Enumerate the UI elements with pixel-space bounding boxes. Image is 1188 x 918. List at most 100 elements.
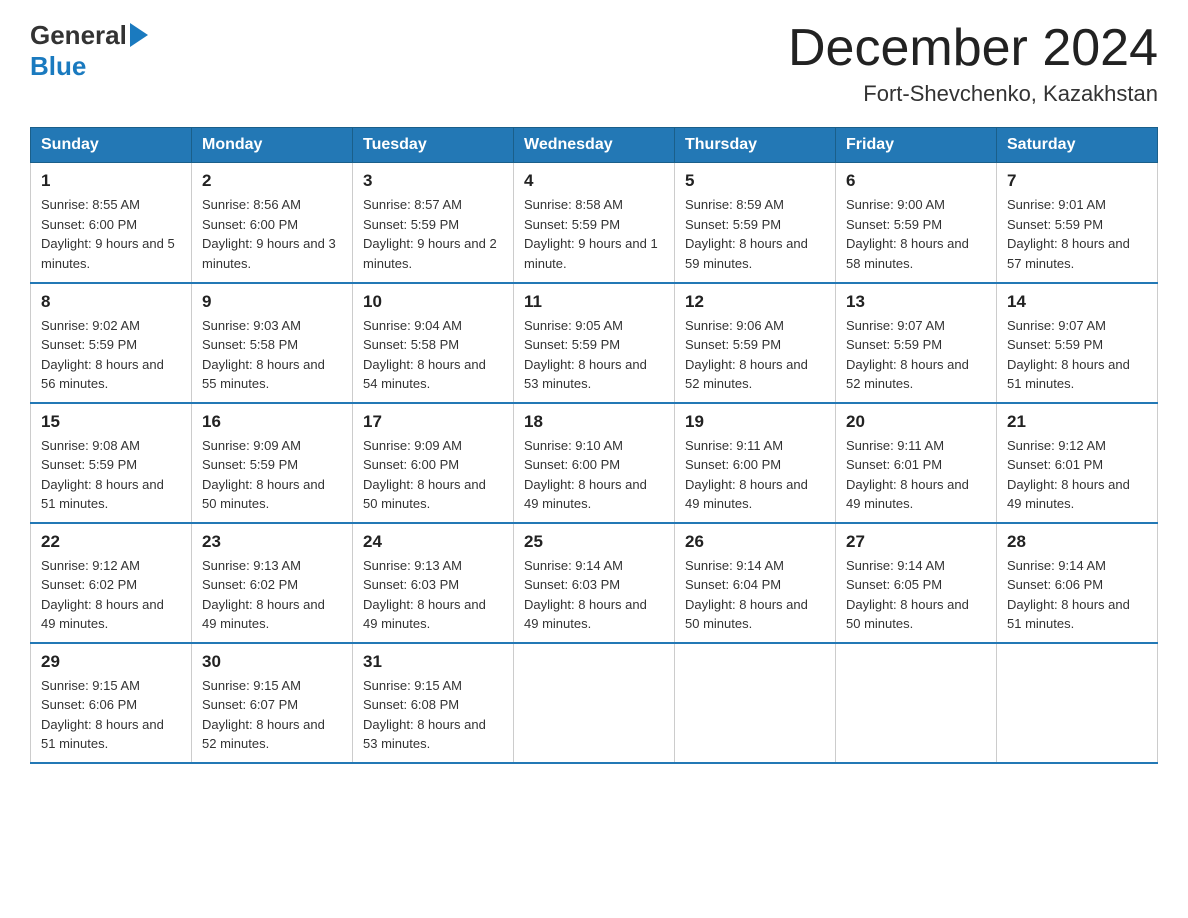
day-number: 13: [846, 292, 986, 312]
calendar-cell: 7Sunrise: 9:01 AMSunset: 5:59 PMDaylight…: [997, 163, 1158, 283]
title-section: December 2024 Fort-Shevchenko, Kazakhsta…: [788, 20, 1158, 107]
day-info: Sunrise: 9:14 AMSunset: 6:06 PMDaylight:…: [1007, 556, 1147, 634]
day-info: Sunrise: 9:15 AMSunset: 6:07 PMDaylight:…: [202, 676, 342, 754]
calendar-table: SundayMondayTuesdayWednesdayThursdayFrid…: [30, 127, 1158, 764]
day-number: 30: [202, 652, 342, 672]
calendar-week-row: 15 Sunrise: 9:08 AMSunset: 5:59 PMDayligh…: [31, 403, 1158, 523]
calendar-cell: 4 Sunrise: 8:58 AMSunset: 5:59 PMDaylight…: [514, 163, 675, 283]
weekday-header-tuesday: Tuesday: [353, 128, 514, 163]
weekday-header-friday: Friday: [836, 128, 997, 163]
calendar-cell: 11 Sunrise: 9:05 AMSunset: 5:59 PMDayligh…: [514, 283, 675, 403]
day-number: 12: [685, 292, 825, 312]
day-number: 9: [202, 292, 342, 312]
weekday-header-row: SundayMondayTuesdayWednesdayThursdayFrid…: [31, 128, 1158, 163]
day-info: Sunrise: 9:15 AMSunset: 6:08 PMDaylight:…: [363, 676, 503, 754]
calendar-cell: 24 Sunrise: 9:13 AMSunset: 6:03 PMDayligh…: [353, 523, 514, 643]
day-info: Sunrise: 9:11 AMSunset: 6:01 PMDaylight:…: [846, 436, 986, 514]
day-number: 1: [41, 171, 181, 191]
calendar-cell: 1 Sunrise: 8:55 AMSunset: 6:00 PMDaylight…: [31, 163, 192, 283]
calendar-cell: 9 Sunrise: 9:03 AMSunset: 5:58 PMDaylight…: [192, 283, 353, 403]
day-info: Sunrise: 9:09 AMSunset: 6:00 PMDaylight:…: [363, 436, 503, 514]
calendar-cell: 10Sunrise: 9:04 AMSunset: 5:58 PMDayligh…: [353, 283, 514, 403]
day-info: Sunrise: 9:03 AMSunset: 5:58 PMDaylight:…: [202, 316, 342, 394]
day-info: Sunrise: 9:12 AMSunset: 6:01 PMDaylight:…: [1007, 436, 1147, 514]
day-number: 28: [1007, 532, 1147, 552]
day-info: Sunrise: 9:15 AMSunset: 6:06 PMDaylight:…: [41, 676, 181, 754]
day-info: Sunrise: 9:13 AMSunset: 6:03 PMDaylight:…: [363, 556, 503, 634]
day-number: 22: [41, 532, 181, 552]
day-number: 24: [363, 532, 503, 552]
day-info: Sunrise: 9:07 AMSunset: 5:59 PMDaylight:…: [1007, 316, 1147, 394]
calendar-cell: 25 Sunrise: 9:14 AMSunset: 6:03 PMDayligh…: [514, 523, 675, 643]
weekday-header-wednesday: Wednesday: [514, 128, 675, 163]
calendar-cell: 20 Sunrise: 9:11 AMSunset: 6:01 PMDayligh…: [836, 403, 997, 523]
day-number: 23: [202, 532, 342, 552]
day-info: Sunrise: 9:05 AMSunset: 5:59 PMDaylight:…: [524, 316, 664, 394]
day-info: Sunrise: 8:55 AMSunset: 6:00 PMDaylight:…: [41, 195, 181, 273]
logo-blue: Blue: [30, 51, 86, 81]
day-number: 29: [41, 652, 181, 672]
calendar-cell: 8 Sunrise: 9:02 AMSunset: 5:59 PMDaylight…: [31, 283, 192, 403]
calendar-week-row: 8 Sunrise: 9:02 AMSunset: 5:59 PMDaylight…: [31, 283, 1158, 403]
calendar-cell: 18Sunrise: 9:10 AMSunset: 6:00 PMDayligh…: [514, 403, 675, 523]
calendar-cell: 30 Sunrise: 9:15 AMSunset: 6:07 PMDayligh…: [192, 643, 353, 763]
day-number: 5: [685, 171, 825, 191]
calendar-week-row: 22 Sunrise: 9:12 AMSunset: 6:02 PMDayligh…: [31, 523, 1158, 643]
day-number: 25: [524, 532, 664, 552]
day-number: 6: [846, 171, 986, 191]
calendar-cell: 15 Sunrise: 9:08 AMSunset: 5:59 PMDayligh…: [31, 403, 192, 523]
calendar-cell: [514, 643, 675, 763]
day-info: Sunrise: 9:14 AMSunset: 6:04 PMDaylight:…: [685, 556, 825, 634]
day-info: Sunrise: 9:14 AMSunset: 6:05 PMDaylight:…: [846, 556, 986, 634]
weekday-header-sunday: Sunday: [31, 128, 192, 163]
month-title: December 2024: [788, 20, 1158, 77]
calendar-cell: [675, 643, 836, 763]
day-number: 4: [524, 171, 664, 191]
logo-arrow-icon: [130, 23, 148, 47]
day-number: 14: [1007, 292, 1147, 312]
day-number: 18: [524, 412, 664, 432]
day-number: 8: [41, 292, 181, 312]
weekday-header-thursday: Thursday: [675, 128, 836, 163]
calendar-cell: 27Sunrise: 9:14 AMSunset: 6:05 PMDayligh…: [836, 523, 997, 643]
calendar-cell: 14 Sunrise: 9:07 AMSunset: 5:59 PMDayligh…: [997, 283, 1158, 403]
calendar-cell: 31 Sunrise: 9:15 AMSunset: 6:08 PMDayligh…: [353, 643, 514, 763]
logo: General Blue: [30, 20, 148, 82]
calendar-cell: 17Sunrise: 9:09 AMSunset: 6:00 PMDayligh…: [353, 403, 514, 523]
day-number: 31: [363, 652, 503, 672]
day-info: Sunrise: 9:09 AMSunset: 5:59 PMDaylight:…: [202, 436, 342, 514]
day-number: 11: [524, 292, 664, 312]
day-info: Sunrise: 9:08 AMSunset: 5:59 PMDaylight:…: [41, 436, 181, 514]
calendar-cell: 29 Sunrise: 9:15 AMSunset: 6:06 PMDayligh…: [31, 643, 192, 763]
day-info: Sunrise: 9:00 AMSunset: 5:59 PMDaylight:…: [846, 195, 986, 273]
calendar-cell: 2Sunrise: 8:56 AMSunset: 6:00 PMDaylight…: [192, 163, 353, 283]
day-number: 21: [1007, 412, 1147, 432]
day-number: 20: [846, 412, 986, 432]
day-number: 15: [41, 412, 181, 432]
day-info: Sunrise: 9:11 AMSunset: 6:00 PMDaylight:…: [685, 436, 825, 514]
day-info: Sunrise: 9:04 AMSunset: 5:58 PMDaylight:…: [363, 316, 503, 394]
day-info: Sunrise: 9:12 AMSunset: 6:02 PMDaylight:…: [41, 556, 181, 634]
calendar-cell: [836, 643, 997, 763]
day-info: Sunrise: 9:06 AMSunset: 5:59 PMDaylight:…: [685, 316, 825, 394]
calendar-week-row: 1 Sunrise: 8:55 AMSunset: 6:00 PMDaylight…: [31, 163, 1158, 283]
calendar-cell: 19Sunrise: 9:11 AMSunset: 6:00 PMDayligh…: [675, 403, 836, 523]
calendar-cell: 23 Sunrise: 9:13 AMSunset: 6:02 PMDayligh…: [192, 523, 353, 643]
day-info: Sunrise: 8:57 AMSunset: 5:59 PMDaylight:…: [363, 195, 503, 273]
day-number: 26: [685, 532, 825, 552]
page-header: General Blue December 2024 Fort-Shevchen…: [30, 20, 1158, 107]
day-info: Sunrise: 9:14 AMSunset: 6:03 PMDaylight:…: [524, 556, 664, 634]
logo-general: General: [30, 20, 127, 51]
calendar-cell: 12 Sunrise: 9:06 AMSunset: 5:59 PMDayligh…: [675, 283, 836, 403]
day-info: Sunrise: 8:56 AMSunset: 6:00 PMDaylight:…: [202, 195, 342, 273]
day-info: Sunrise: 8:58 AMSunset: 5:59 PMDaylight:…: [524, 195, 664, 273]
location-title: Fort-Shevchenko, Kazakhstan: [788, 81, 1158, 107]
calendar-cell: 22 Sunrise: 9:12 AMSunset: 6:02 PMDayligh…: [31, 523, 192, 643]
day-number: 3: [363, 171, 503, 191]
day-info: Sunrise: 9:02 AMSunset: 5:59 PMDaylight:…: [41, 316, 181, 394]
calendar-cell: 21 Sunrise: 9:12 AMSunset: 6:01 PMDayligh…: [997, 403, 1158, 523]
day-info: Sunrise: 8:59 AMSunset: 5:59 PMDaylight:…: [685, 195, 825, 273]
day-info: Sunrise: 9:13 AMSunset: 6:02 PMDaylight:…: [202, 556, 342, 634]
calendar-week-row: 29 Sunrise: 9:15 AMSunset: 6:06 PMDayligh…: [31, 643, 1158, 763]
day-info: Sunrise: 9:07 AMSunset: 5:59 PMDaylight:…: [846, 316, 986, 394]
